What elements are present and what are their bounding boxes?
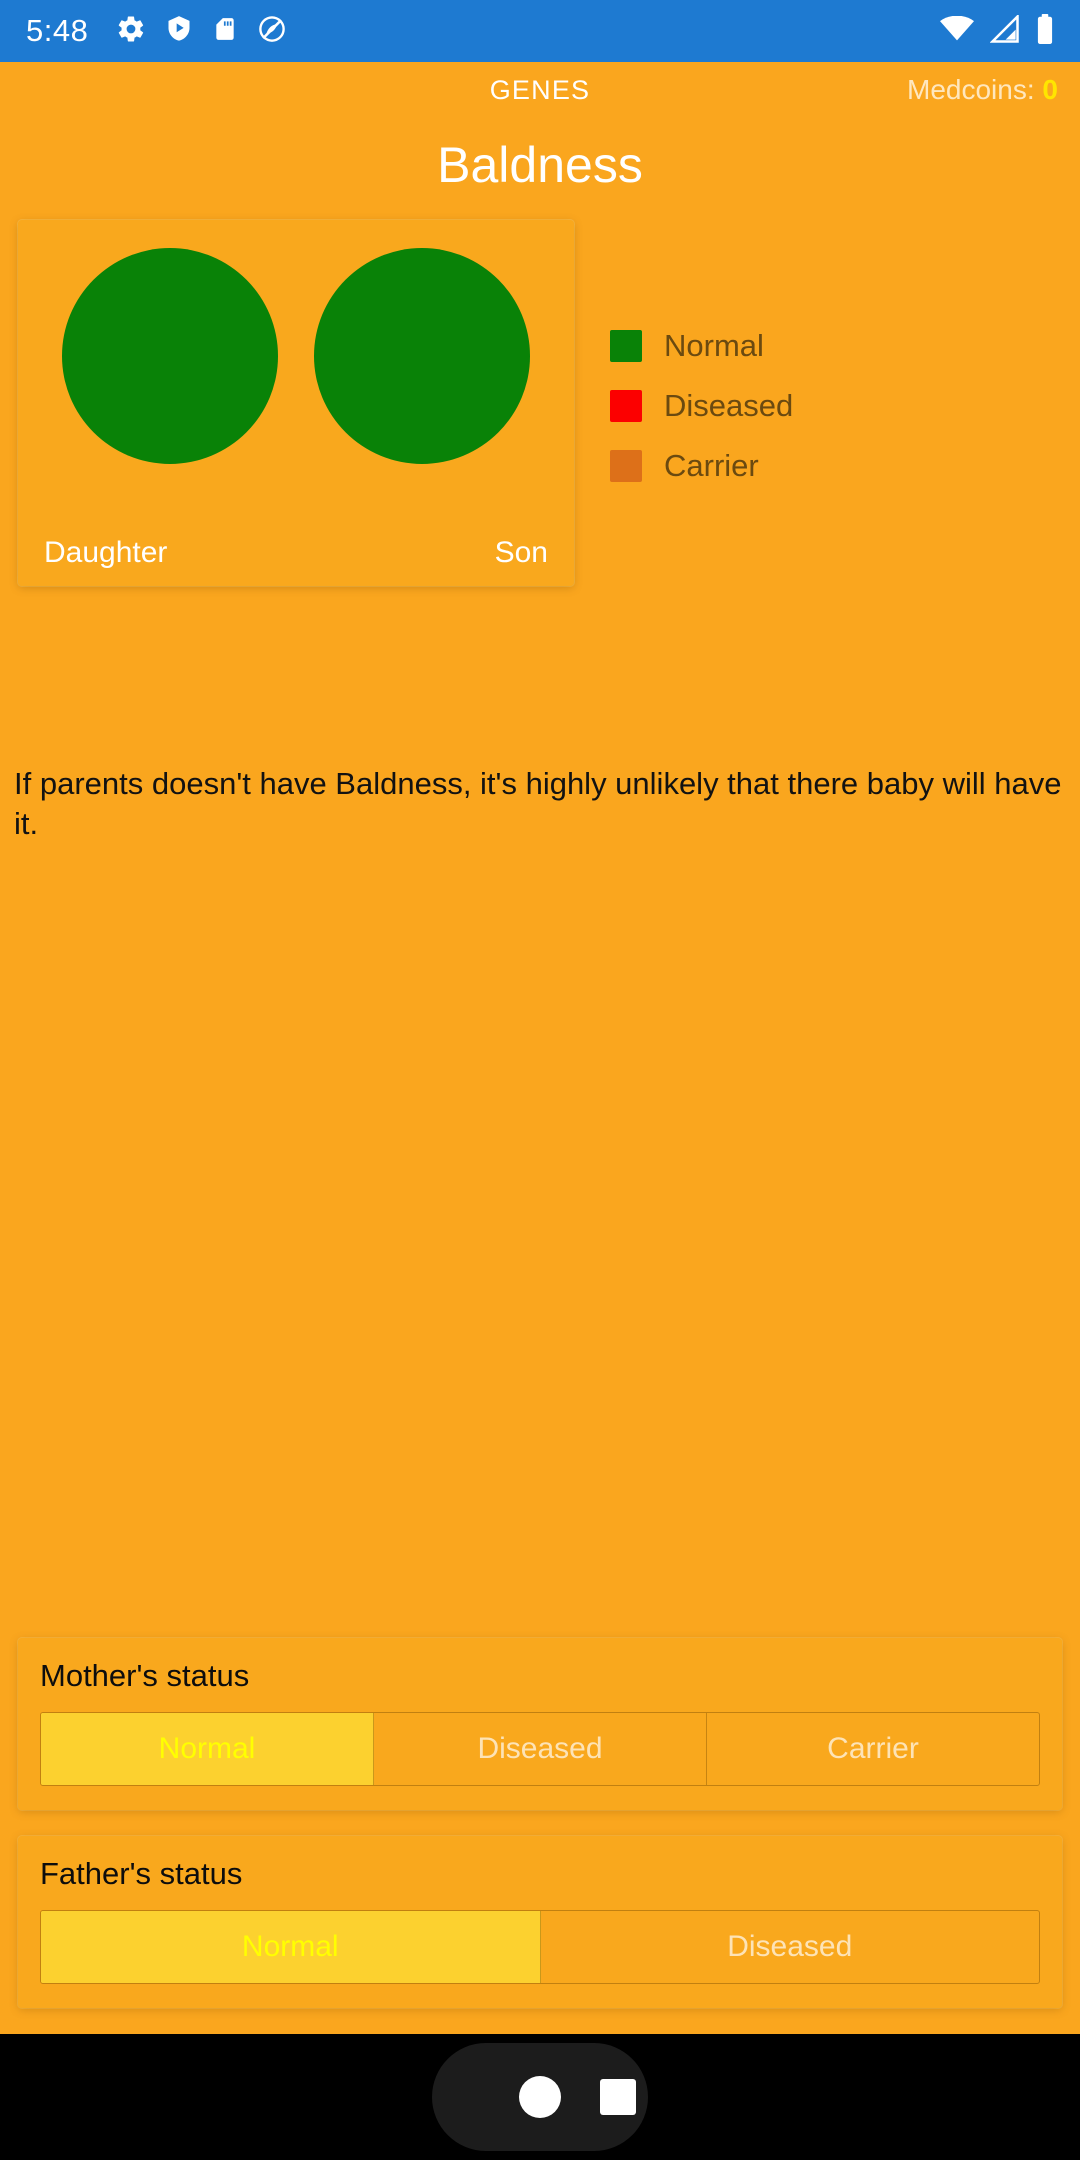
children-result-card: Daughter Son — [18, 220, 574, 586]
battery-icon — [1036, 13, 1054, 49]
mother-status-option-carrier[interactable]: Carrier — [707, 1713, 1039, 1785]
system-navigation-bar — [0, 2034, 1080, 2160]
legend-swatch-normal-icon — [610, 330, 642, 362]
status-legend: Normal Diseased Carrier — [610, 220, 793, 484]
play-shield-icon — [165, 14, 193, 49]
app-screen: 5:48 GENES Medcoins: 0 Baldness Daughter… — [0, 0, 1080, 2160]
daughter-label: Daughter — [44, 536, 168, 569]
mother-status-card: Mother's status Normal Diseased Carrier — [18, 1638, 1062, 1810]
mother-status-title: Mother's status — [40, 1658, 250, 1693]
medcoins-value: 0 — [1042, 74, 1058, 105]
legend-label-carrier: Carrier — [664, 448, 759, 483]
cellular-signal-icon — [989, 12, 1020, 48]
system-status-bar: 5:48 — [0, 0, 1080, 62]
legend-item-carrier: Carrier — [610, 448, 793, 484]
layout-spacer — [0, 843, 1080, 1638]
father-status-option-diseased[interactable]: Diseased — [541, 1911, 1040, 1983]
children-circles — [40, 242, 552, 464]
status-bar-system-icons — [940, 12, 1054, 49]
sd-card-icon — [212, 14, 238, 49]
app-title: GENES — [489, 74, 591, 105]
page-title: Baldness — [437, 137, 643, 193]
results-section: Daughter Son Normal Diseased Carrier — [0, 220, 1080, 586]
legend-swatch-diseased-icon — [610, 390, 642, 422]
legend-item-normal: Normal — [610, 328, 793, 364]
status-bar-notification-icons — [116, 14, 287, 49]
medcoins-counter: Medcoins: 0 — [907, 74, 1058, 106]
circle-logo-icon — [257, 14, 287, 49]
legend-label-normal: Normal — [664, 328, 764, 363]
father-status-option-normal[interactable]: Normal — [41, 1911, 541, 1983]
daughter-status-circle — [62, 248, 278, 464]
status-bar-clock: 5:48 — [26, 13, 89, 48]
legend-label-diseased: Diseased — [664, 388, 794, 423]
legend-item-diseased: Diseased — [610, 388, 793, 424]
father-status-card: Father's status Normal Diseased — [18, 1836, 1062, 2008]
son-status-circle — [314, 248, 530, 464]
recents-square-icon[interactable] — [600, 2079, 636, 2115]
children-labels: Daughter Son — [40, 536, 552, 572]
mother-status-segmented-control[interactable]: Normal Diseased Carrier — [40, 1712, 1040, 1786]
medcoins-label: Medcoins: — [907, 74, 1043, 105]
legend-swatch-carrier-icon — [610, 450, 642, 482]
son-label: Son — [494, 536, 548, 569]
explanation-text: If parents doesn't have Baldness, it's h… — [14, 766, 1062, 841]
home-circle-icon — [519, 2076, 561, 2118]
gear-icon — [116, 14, 146, 49]
app-bar: GENES Medcoins: 0 — [0, 62, 1080, 118]
wifi-icon — [940, 15, 974, 47]
mother-status-option-normal[interactable]: Normal — [41, 1713, 374, 1785]
father-status-segmented-control[interactable]: Normal Diseased — [40, 1910, 1040, 1984]
father-status-title: Father's status — [40, 1856, 243, 1891]
mother-status-option-diseased[interactable]: Diseased — [374, 1713, 707, 1785]
